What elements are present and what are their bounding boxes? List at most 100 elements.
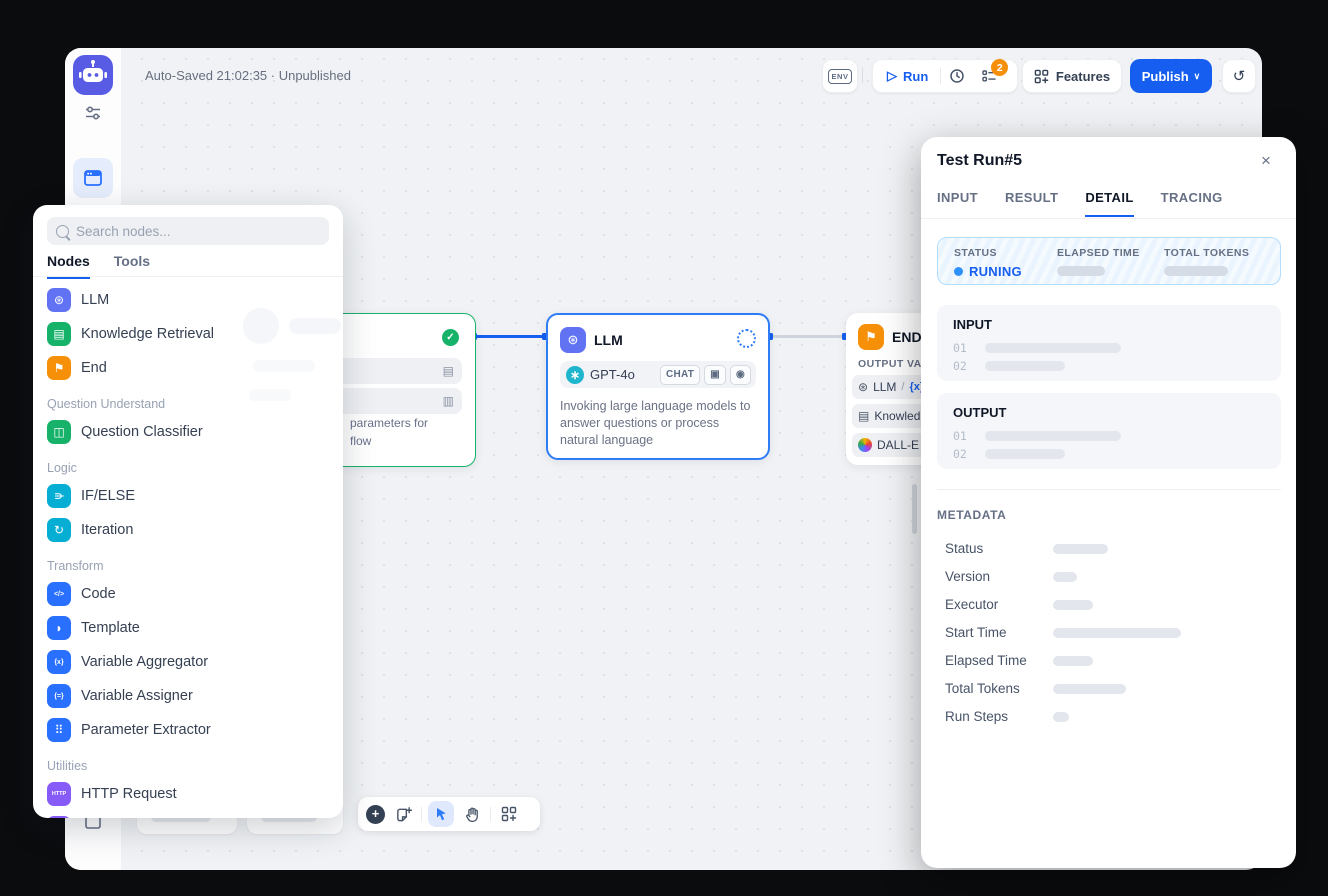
variable-aggregator-icon: {x} [47,650,71,674]
value-placeholder [1053,600,1093,610]
sidebar-item-workflow[interactable] [73,158,113,198]
app-logo[interactable] [73,55,113,95]
test-run-panel: Test Run#5 × INPUT RESULT DETAIL TRACING ST… [921,137,1296,868]
run-history-button[interactable] [941,68,973,84]
node-list-item-llm[interactable]: ⊛LLM [33,283,343,317]
pointer-tool-button[interactable] [428,801,454,827]
checklist-button[interactable]: 2 [973,68,1005,84]
env-button[interactable]: ENV [822,59,858,93]
iteration-icon: ↻ [47,518,71,542]
glyph: ⊛ [54,293,64,307]
canvas-scrollbar[interactable] [912,484,917,534]
value-placeholder [1053,628,1181,638]
llm-node[interactable]: ⊛ LLM ∗ GPT-4o CHAT ▣ ◉ Invoking large l… [546,313,770,460]
node-group-header: Utilities [33,747,343,777]
io-row: 01 [953,429,1121,443]
add-note-button[interactable] [391,802,415,826]
output-title: OUTPUT [953,405,1006,420]
run-button[interactable]: ▷Run [873,68,940,84]
search-icon [56,225,69,238]
tab-input[interactable]: INPUT [937,190,978,217]
io-row: 02 [953,359,1065,373]
node-item-label: Knowledge Retrieval [81,326,214,342]
edge-llm-end [770,335,846,338]
io-row: 02 [953,447,1065,461]
node-list-item-variable-aggregator[interactable]: {x} Variable Aggregator [33,645,343,679]
separator: / [901,381,904,393]
search-input[interactable]: Search nodes... [47,217,329,245]
input-card: INPUT 0102 [937,305,1281,381]
ghost-blob [253,360,315,372]
glyph: </> [54,591,64,598]
metadata-label: Total Tokens [945,681,1020,696]
value-placeholder [985,343,1121,353]
glyph: {=} [54,693,64,700]
hand-tool-button[interactable] [460,802,484,826]
dalle-icon [858,438,872,452]
output-card: OUTPUT 01 02 [937,393,1281,469]
end-icon: ⚑ [47,356,71,380]
node-item-label: End [81,360,107,376]
topbar-divider [862,67,863,83]
if-else-icon: ⋔ [47,484,71,508]
node-list-item-iteration[interactable]: ↻ Iteration [33,513,343,547]
status-label: STATUS [954,247,1022,259]
glyph: ◫ [53,425,64,439]
node-item-label: Variable Assigner [81,688,193,704]
glyph: {x} [54,659,63,666]
clock-icon [949,68,965,84]
canvas-toolbar: + [358,797,540,831]
tab-detail[interactable]: DETAIL [1085,190,1133,217]
total-tokens-label: TOTAL TOKENS [1164,247,1249,259]
tab-result[interactable]: RESULT [1005,190,1058,217]
node-list-item-code[interactable]: </>Code [33,577,343,611]
chat-badge: CHAT [660,365,700,385]
metadata-label: Run Steps [945,709,1008,724]
node-list-item-if-else[interactable]: ⋔IF/ELSE [33,479,343,513]
row-index: 01 [953,341,967,355]
parameter-extractor-icon: ⠿ [47,718,71,742]
grid-icon [501,806,517,822]
row-index: 02 [953,359,967,373]
add-node-button[interactable]: + [366,805,385,824]
node-list-item-question-classifier[interactable]: ◫Question Classifier [33,415,343,449]
metadata-label: Version [945,569,990,584]
tab-tracing[interactable]: TRACING [1161,190,1223,217]
metadata-label: Start Time [945,625,1007,640]
metadata-row: Status [945,541,1275,555]
variable-source-label: DALL-E [877,438,919,452]
preferences-icon[interactable] [85,105,101,126]
node-list-item-variable-assigner[interactable]: {=} Variable Assigner [33,679,343,713]
publish-button[interactable]: Publish ∨ [1130,59,1212,93]
divider [937,489,1281,490]
node-item-label: Iteration [81,522,133,538]
model-selector[interactable]: ∗ GPT-4o CHAT ▣ ◉ [560,361,756,388]
metadata-row: Total Tokens [945,681,1275,695]
node-item-label: Variable Aggregator [81,654,208,670]
close-icon[interactable]: × [1254,149,1278,173]
llm-icon: ⊛ [560,327,586,353]
run-button-group: ▷Run 2 [872,59,1018,93]
code-icon: </> [47,582,71,606]
vision-badge: ▣ [704,365,726,385]
model-name: GPT-4o [590,367,635,382]
panel-title: Test Run#5 [937,152,1022,170]
http-request-icon: HTTP [47,782,71,806]
metadata-label: Status [945,541,983,556]
version-history-button[interactable]: ↺ [1222,59,1256,93]
node-list-item-template[interactable]: ◗Template [33,611,343,645]
cursor-icon [433,806,449,822]
status-dot [954,267,963,276]
node-list-item-http-request[interactable]: HTTPHTTP Request [33,777,343,811]
gpt4o-icon: ∗ [566,366,584,384]
knowledge-retrieval-icon: ▤ [47,322,71,346]
organize-layout-button[interactable] [497,802,521,826]
node-list-item-parameter-extractor[interactable]: ⠿Parameter Extractor [33,713,343,747]
checklist-badge: 2 [991,59,1008,76]
features-button[interactable]: Features [1022,59,1122,93]
node-list-item-list-operator[interactable]: ∇List Operator [33,811,343,818]
metadata-row: Elapsed Time [945,653,1275,667]
node-group-header: Transform [33,547,343,577]
end-flag-icon: ⚑ [858,324,884,350]
node-item-label: Template [81,620,140,636]
